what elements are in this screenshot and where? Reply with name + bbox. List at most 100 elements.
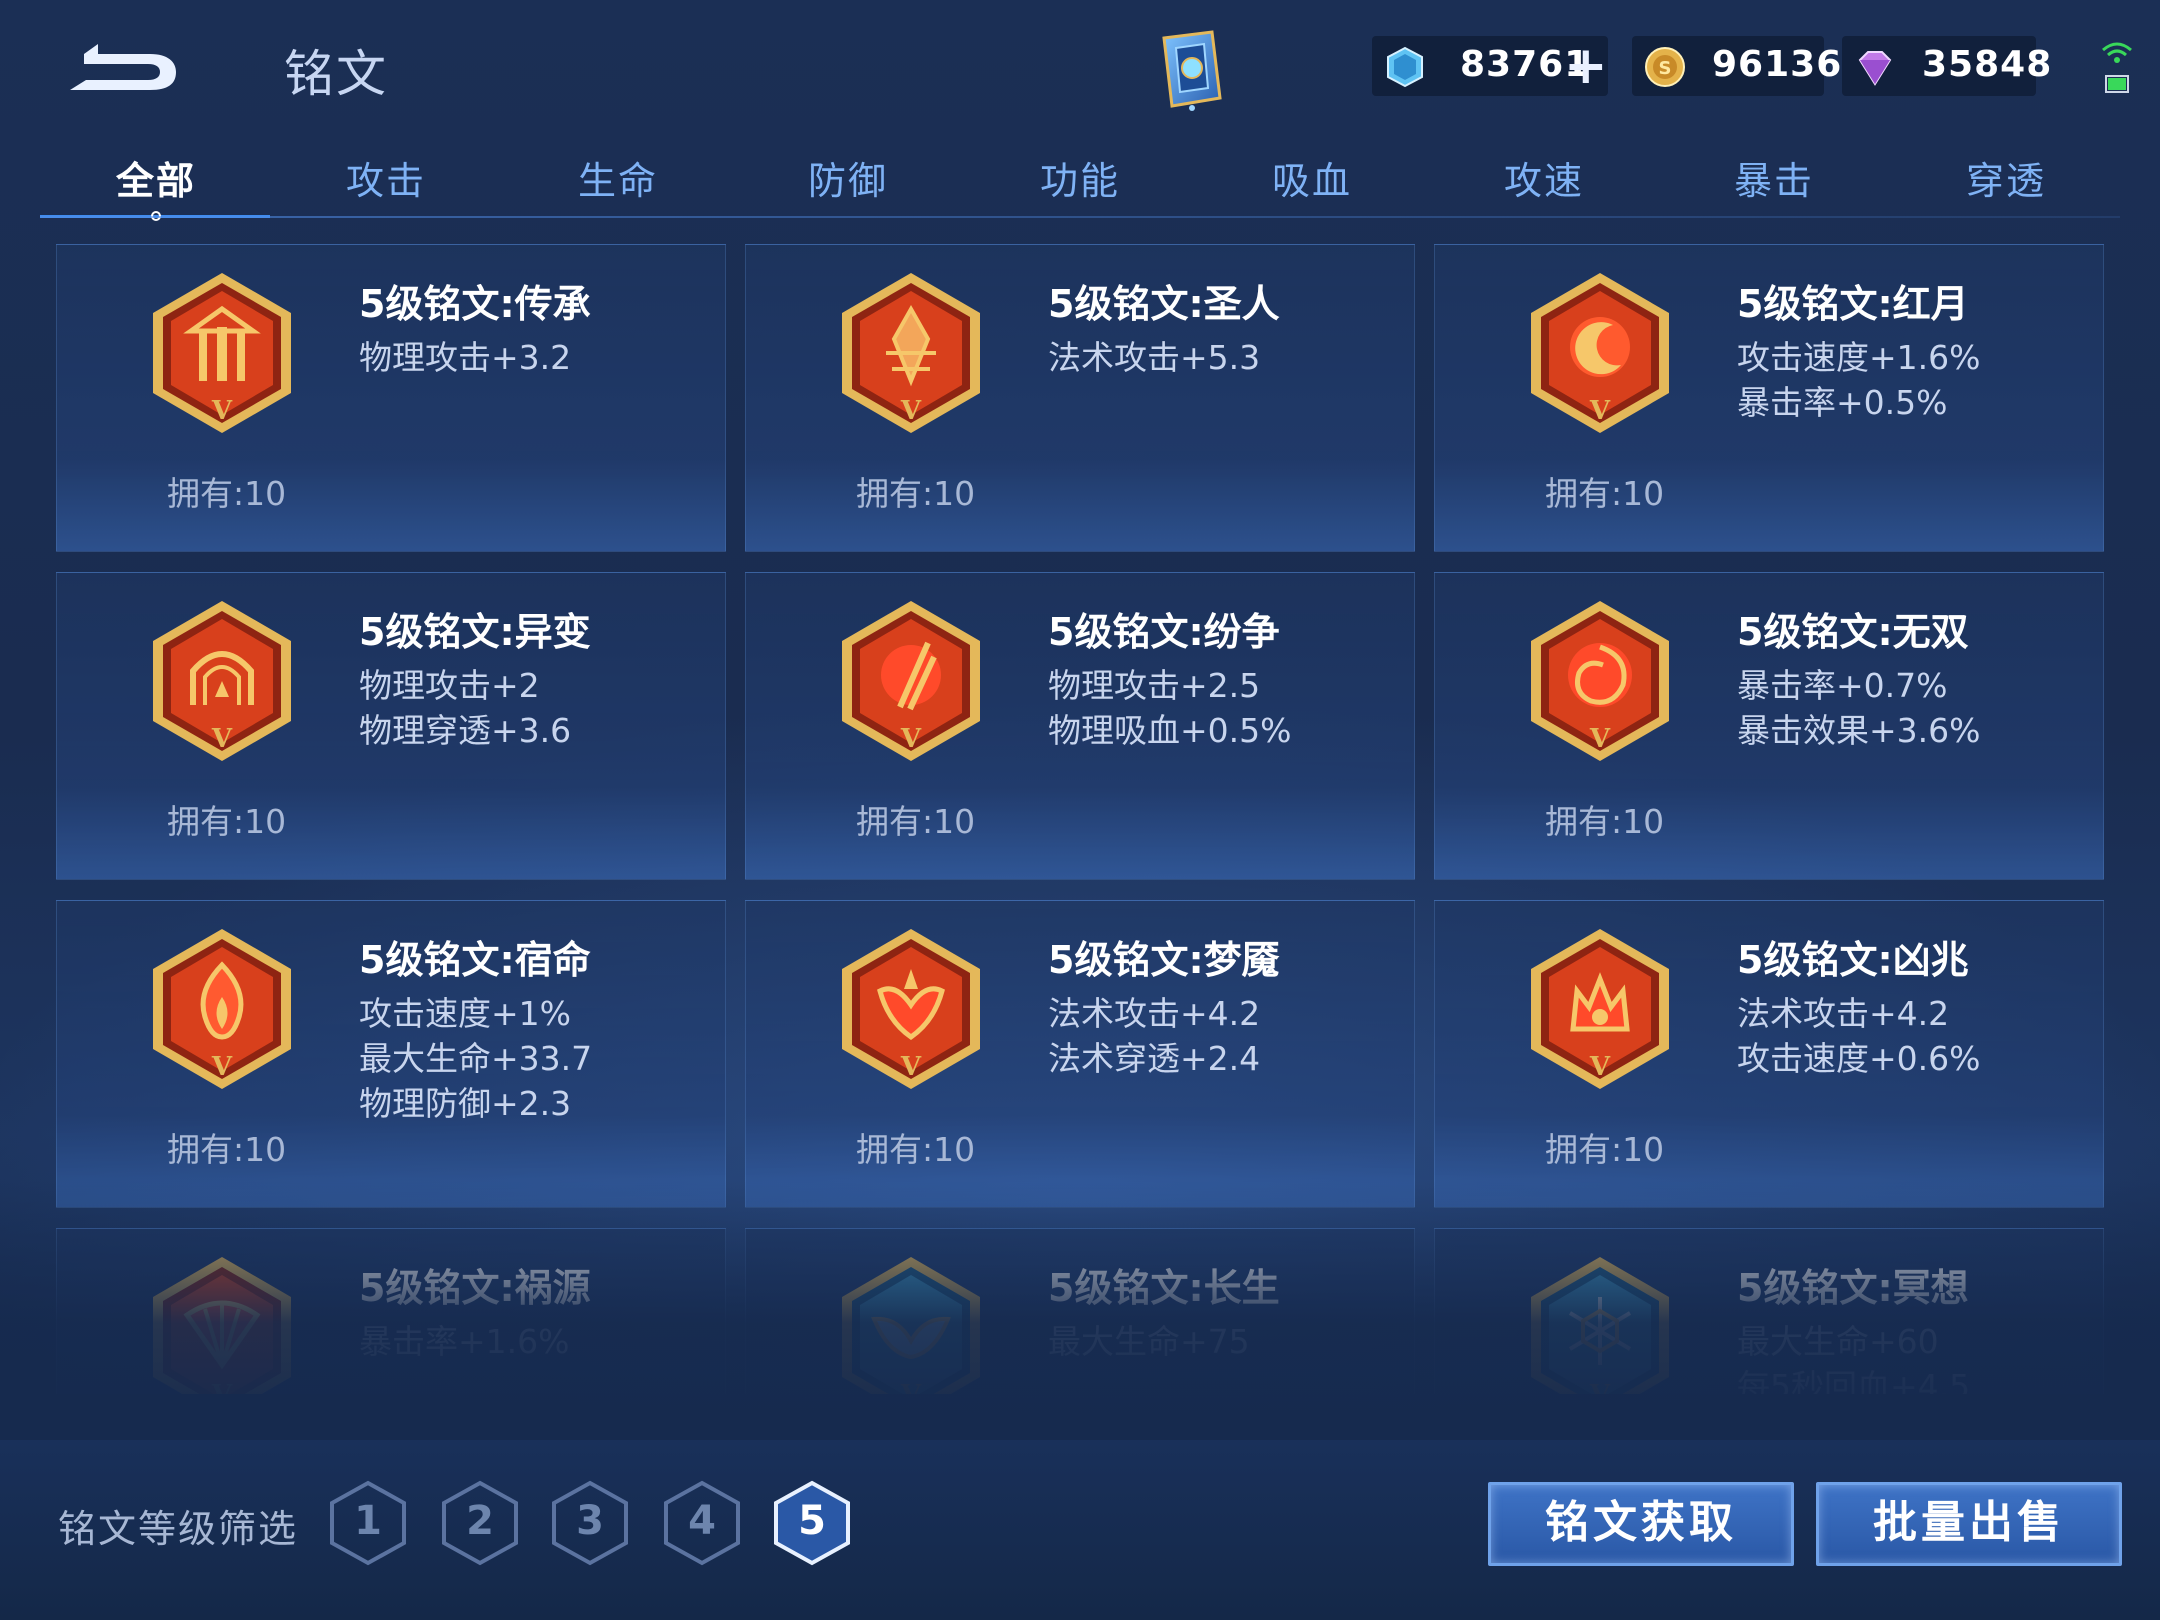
inscription-name: 5级铭文:梦魇 — [1048, 938, 1280, 982]
inscription-stat: 物理防御+2.3 — [359, 1084, 572, 1123]
inscription-stat: 暴击效果+3.6% — [1737, 711, 1981, 750]
inscription-card[interactable]: V 5级铭文:传承物理攻击+3.2 拥有:10 — [56, 244, 726, 552]
tab-all[interactable]: 全部 — [76, 150, 236, 205]
tab-attack-speed[interactable]: 攻速 — [1464, 150, 1624, 205]
inscription-stat: 物理攻击+2 — [359, 666, 540, 705]
inscription-red-badge-icon: V — [153, 601, 291, 761]
inscription-red-badge-icon: V — [153, 273, 291, 433]
inscription-stat: 攻击速度+0.6% — [1737, 1039, 1981, 1078]
level-filter-label: 3 — [576, 1498, 604, 1544]
level-filter-2[interactable]: 2 — [440, 1480, 520, 1566]
svg-text:V: V — [900, 396, 922, 426]
level-filter-5[interactable]: 5 — [772, 1480, 852, 1566]
inscription-red-badge-icon: V — [153, 929, 291, 1089]
tab-attack[interactable]: 攻击 — [306, 150, 466, 205]
coins-value: 96136 — [1712, 44, 1843, 85]
tab-critical[interactable]: 暴击 — [1694, 150, 1854, 205]
inscription-stat: 物理吸血+0.5% — [1048, 711, 1292, 750]
tab-utility[interactable]: 功能 — [1000, 150, 1160, 205]
inscription-red-badge-icon: V — [842, 273, 980, 433]
currency-gems: 83761 + — [1372, 36, 1608, 96]
svg-text:V: V — [1589, 1052, 1611, 1082]
tab-defense[interactable]: 防御 — [768, 150, 928, 205]
owned-count: 拥有:10 — [856, 1130, 976, 1169]
inscription-stat: 最大生命+33.7 — [359, 1039, 593, 1078]
top-bar: 铭文 83761 + S 96136 35848 — [0, 0, 2160, 140]
inscription-red-badge-icon: V — [1531, 273, 1669, 433]
inscription-card[interactable]: V 5级铭文:异变物理攻击+2 物理穿透+3.6 拥有:10 — [56, 572, 726, 880]
level-filter-4[interactable]: 4 — [662, 1480, 742, 1566]
level-filter-label: 5 — [798, 1498, 826, 1544]
svg-text:V: V — [211, 396, 233, 426]
inscription-name: 5级铭文:无双 — [1737, 610, 1969, 654]
category-tabs: 全部 攻击 生命 防御 功能 吸血 攻速 暴击 穿透 — [40, 140, 2120, 224]
purple-diamond-icon — [1858, 51, 1892, 86]
inscription-red-badge-icon: V — [1531, 601, 1669, 761]
inscription-card[interactable]: V 5级铭文:凶兆法术攻击+4.2 攻击速度+0.6% 拥有:10 — [1434, 900, 2104, 1208]
back-icon[interactable] — [64, 36, 184, 98]
level-filter-label: 4 — [688, 1498, 716, 1544]
tab-lifesteal[interactable]: 吸血 — [1232, 150, 1392, 205]
owned-count: 拥有:10 — [1545, 802, 1665, 841]
inscription-card[interactable]: V 5级铭文:梦魇法术攻击+4.2 法术穿透+2.4 拥有:10 — [745, 900, 1415, 1208]
owned-count: 拥有:10 — [856, 802, 976, 841]
inscription-name: 5级铭文:红月 — [1737, 282, 1969, 326]
tab-penetration[interactable]: 穿透 — [1926, 150, 2086, 205]
inscription-stat: 暴击率+0.5% — [1737, 383, 1948, 422]
inscription-stat: 物理穿透+3.6 — [359, 711, 572, 750]
inscription-name: 5级铭文:凶兆 — [1737, 938, 1969, 982]
owned-count: 拥有:10 — [1545, 1130, 1665, 1169]
inscription-name: 5级铭文:宿命 — [359, 938, 591, 982]
inscription-stat: 法术攻击+4.2 — [1737, 994, 1950, 1033]
inscription-stat: 物理攻击+2.5 — [1048, 666, 1261, 705]
status-icon — [2102, 42, 2132, 93]
svg-text:V: V — [211, 1052, 233, 1082]
add-gems-button[interactable]: + — [1564, 36, 1608, 96]
inscription-stat: 法术攻击+5.3 — [1048, 338, 1261, 377]
owned-count: 拥有:10 — [167, 802, 287, 841]
level-filter-label: 1 — [354, 1498, 382, 1544]
inscription-name: 5级铭文:圣人 — [1048, 282, 1280, 326]
batch-sell-button[interactable]: 批量出售 — [1816, 1482, 2122, 1566]
blue-gem-icon — [1387, 46, 1423, 88]
inscription-name: 5级铭文:异变 — [359, 610, 591, 654]
inscription-stat: 法术穿透+2.4 — [1048, 1039, 1261, 1078]
inscription-card[interactable]: V 5级铭文:圣人法术攻击+5.3 拥有:10 — [745, 244, 1415, 552]
inscription-name: 5级铭文:传承 — [359, 282, 591, 326]
inscription-stat: 法术攻击+4.2 — [1048, 994, 1261, 1033]
owned-count: 拥有:10 — [856, 474, 976, 513]
gold-coin-icon: S — [1645, 47, 1685, 87]
svg-text:V: V — [900, 1052, 922, 1082]
inscription-card[interactable]: V 5级铭文:纷争物理攻击+2.5 物理吸血+0.5% 拥有:10 — [745, 572, 1415, 880]
svg-text:V: V — [211, 724, 233, 754]
inscription-red-badge-icon: V — [842, 601, 980, 761]
level-filter-label: 2 — [466, 1498, 494, 1544]
currency-coins: S 96136 — [1632, 36, 1841, 96]
level-filter-label: 铭文等级筛选 — [58, 1507, 299, 1551]
svg-text:V: V — [1589, 396, 1611, 426]
tab-health[interactable]: 生命 — [538, 150, 698, 205]
svg-text:V: V — [1589, 724, 1611, 754]
page-title: 铭文 — [284, 45, 388, 103]
inscription-card[interactable]: V 5级铭文:宿命攻击速度+1% 最大生命+33.7 物理防御+2.3 拥有:10 — [56, 900, 726, 1208]
owned-count: 拥有:10 — [1545, 474, 1665, 513]
inscription-card[interactable]: V 5级铭文:红月攻击速度+1.6% 暴击率+0.5% 拥有:10 — [1434, 244, 2104, 552]
inscription-book-icon[interactable] — [1150, 28, 1230, 114]
inscription-stat: 攻击速度+1.6% — [1737, 338, 1981, 377]
inscription-card[interactable]: V 5级铭文:无双暴击率+0.7% 暴击效果+3.6% 拥有:10 — [1434, 572, 2104, 880]
currency-diamonds: 35848 — [1842, 36, 2051, 96]
level-filter-3[interactable]: 3 — [550, 1480, 630, 1566]
obtain-inscription-button[interactable]: 铭文获取 — [1488, 1482, 1794, 1566]
level-filter-1[interactable]: 1 — [328, 1480, 408, 1566]
inscription-red-badge-icon: V — [842, 929, 980, 1089]
inscription-red-badge-icon: V — [1531, 929, 1669, 1089]
diamonds-value: 35848 — [1922, 44, 2053, 85]
owned-count: 拥有:10 — [167, 1130, 287, 1169]
inscription-name: 5级铭文:纷争 — [1048, 610, 1280, 654]
tab-divider — [40, 216, 2120, 218]
inscription-stat: 暴击率+0.7% — [1737, 666, 1948, 705]
inscription-stat: 攻击速度+1% — [359, 994, 572, 1033]
list-fade — [0, 1180, 2160, 1440]
owned-count: 拥有:10 — [167, 474, 287, 513]
inscription-stat: 物理攻击+3.2 — [359, 338, 572, 377]
